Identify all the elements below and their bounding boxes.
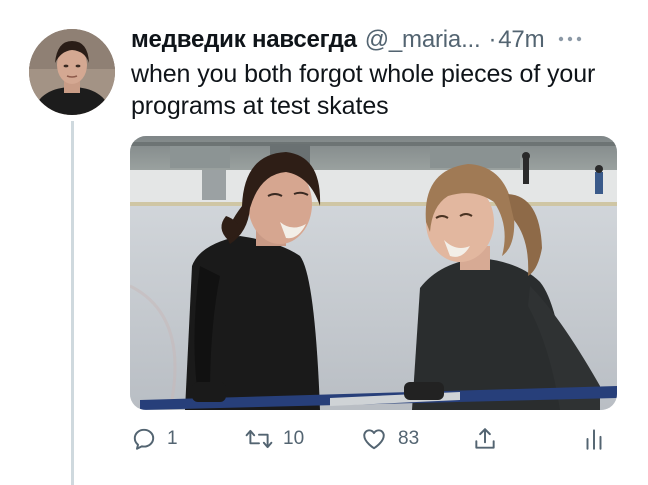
tweet-header: медведик навсегда @_maria... · 47m (131, 22, 582, 58)
tweet-media-photo[interactable] (130, 136, 617, 410)
analytics-button[interactable] (583, 424, 605, 454)
tweet-actions: 1 10 83 (131, 424, 611, 454)
tweet[interactable]: медведик навсегда @_maria... · 47m when … (0, 0, 648, 485)
avatar-image (29, 29, 115, 115)
photo-image (130, 136, 617, 410)
like-icon (360, 426, 388, 452)
display-name[interactable]: медведик навсегда (131, 26, 357, 54)
like-count: 83 (398, 428, 420, 449)
timestamp[interactable]: 47m (498, 26, 544, 54)
separator-dot: · (488, 26, 497, 53)
share-icon (472, 426, 498, 452)
retweet-button[interactable]: 10 (245, 424, 304, 454)
reply-count: 1 (167, 428, 178, 449)
reply-icon (131, 426, 157, 452)
more-dots-icon[interactable] (558, 23, 582, 49)
thread-line (71, 121, 74, 485)
retweet-count: 10 (283, 428, 305, 449)
handle[interactable]: @_maria... (365, 26, 481, 54)
tweet-text: when you both forgot whole pieces of you… (131, 60, 596, 120)
like-button[interactable]: 83 (360, 424, 419, 454)
analytics-icon (583, 426, 605, 452)
avatar[interactable] (29, 29, 115, 115)
reply-button[interactable]: 1 (131, 424, 178, 454)
retweet-icon (245, 426, 273, 452)
share-button[interactable] (472, 424, 498, 454)
